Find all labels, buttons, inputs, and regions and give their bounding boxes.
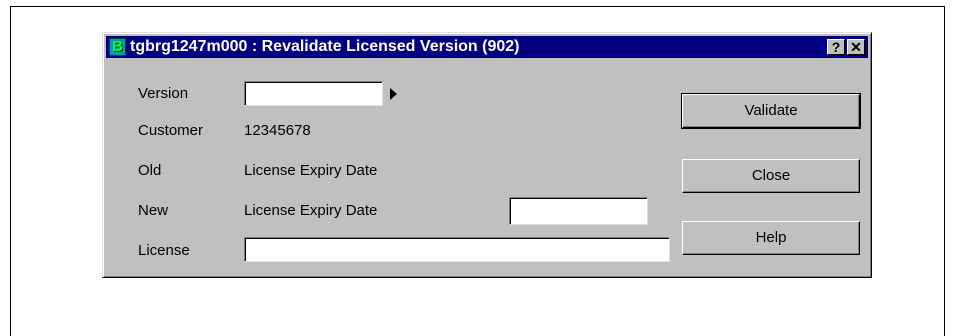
version-label: Version xyxy=(138,85,189,102)
version-input[interactable] xyxy=(244,81,383,106)
customer-label: Customer xyxy=(138,122,204,139)
old-label: Old xyxy=(138,162,162,179)
customer-value: 12345678 xyxy=(244,122,311,139)
close-window-button[interactable]: ✕ xyxy=(847,39,865,55)
close-button[interactable]: Close xyxy=(682,159,860,193)
version-zoom-arrow-icon[interactable] xyxy=(390,88,397,100)
old-license-expiry-label: License Expiry Date xyxy=(244,162,378,179)
help-question-button[interactable]: ? xyxy=(827,39,845,55)
new-label: New xyxy=(138,202,169,219)
revalidate-dialog: B tgbrg1247m000 : Revalidate Licensed Ve… xyxy=(102,32,872,278)
license-input[interactable] xyxy=(244,237,670,262)
help-button[interactable]: Help xyxy=(682,221,860,255)
new-license-expiry-label: License Expiry Date xyxy=(244,202,378,219)
baan-app-icon: B xyxy=(109,38,126,56)
validate-button[interactable]: Validate xyxy=(681,93,861,129)
new-expiry-date-input[interactable] xyxy=(509,197,648,225)
title-bar[interactable]: B tgbrg1247m000 : Revalidate Licensed Ve… xyxy=(106,36,868,58)
license-label: License xyxy=(138,242,190,259)
window-title: tgbrg1247m000 : Revalidate Licensed Vers… xyxy=(130,38,520,55)
